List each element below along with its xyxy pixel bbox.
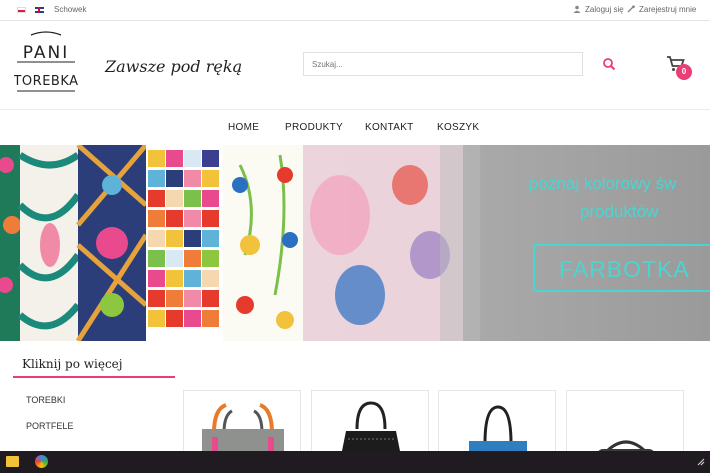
sidebar-item-torebki[interactable]: TOREBKI <box>26 395 65 405</box>
sidebar-title-underline <box>13 376 175 378</box>
hero-banner[interactable]: poznaj kolorowy św produktów FARBOTKA <box>0 145 710 341</box>
product-card-1[interactable] <box>183 390 301 460</box>
user-icon <box>573 5 581 15</box>
banner-heading-line1: poznaj kolorowy św <box>529 174 677 193</box>
blue-bag-image <box>469 405 527 459</box>
key-icon <box>627 5 636 15</box>
nav-item-home[interactable]: HOME <box>228 122 259 133</box>
pl-flag-icon[interactable] <box>17 7 26 13</box>
nav-item-produkty[interactable]: PRODUKTY <box>285 122 343 133</box>
logo-text-line2: TOREBKA <box>14 74 78 89</box>
product-card-3[interactable] <box>438 390 556 460</box>
cart-count-badge[interactable]: 0 <box>676 64 692 80</box>
sidebar-item-portfele[interactable]: PORTFELE <box>26 421 73 431</box>
banner-brand-text: FARBOTKA <box>559 256 690 282</box>
main-nav: HOME PRODUKTY KONTAKT KOSZYK <box>0 110 710 145</box>
uk-flag-icon[interactable] <box>35 7 44 13</box>
black-bag-image <box>340 401 402 459</box>
product-card-4[interactable] <box>566 390 684 460</box>
logo-text-line1: PANI <box>23 43 70 63</box>
sidebar-title: Kliknij po więcej <box>22 357 123 371</box>
dark-bag-image <box>597 440 655 459</box>
file-explorer-icon[interactable] <box>6 456 19 467</box>
browser-icon[interactable] <box>35 455 48 468</box>
grey-bag-image <box>202 403 284 459</box>
header: PANI TOREBKA Zawsze pod ręką <box>0 21 710 110</box>
product-card-2[interactable] <box>311 390 429 460</box>
tagline: Zawsze pod ręką <box>105 57 243 76</box>
search-icon[interactable] <box>601 56 617 72</box>
os-taskbar <box>0 451 710 473</box>
search-input[interactable] <box>303 52 583 76</box>
network-icon[interactable] <box>697 457 705 466</box>
login-link[interactable]: Zaloguj się <box>585 5 624 14</box>
banner-heading-line2: produktów <box>580 202 659 221</box>
register-link[interactable]: Zarejestruj mnie <box>639 5 696 14</box>
banner-brand-box[interactable]: FARBOTKA <box>533 244 710 292</box>
logo[interactable]: PANI TOREBKA <box>12 31 78 99</box>
nav-item-kontakt[interactable]: KONTAKT <box>365 122 414 133</box>
top-bar: Schowek Zaloguj się Zarejestruj mnie <box>0 0 710 21</box>
clipboard-link[interactable]: Schowek <box>54 5 86 14</box>
nav-item-koszyk[interactable]: KOSZYK <box>437 122 479 133</box>
